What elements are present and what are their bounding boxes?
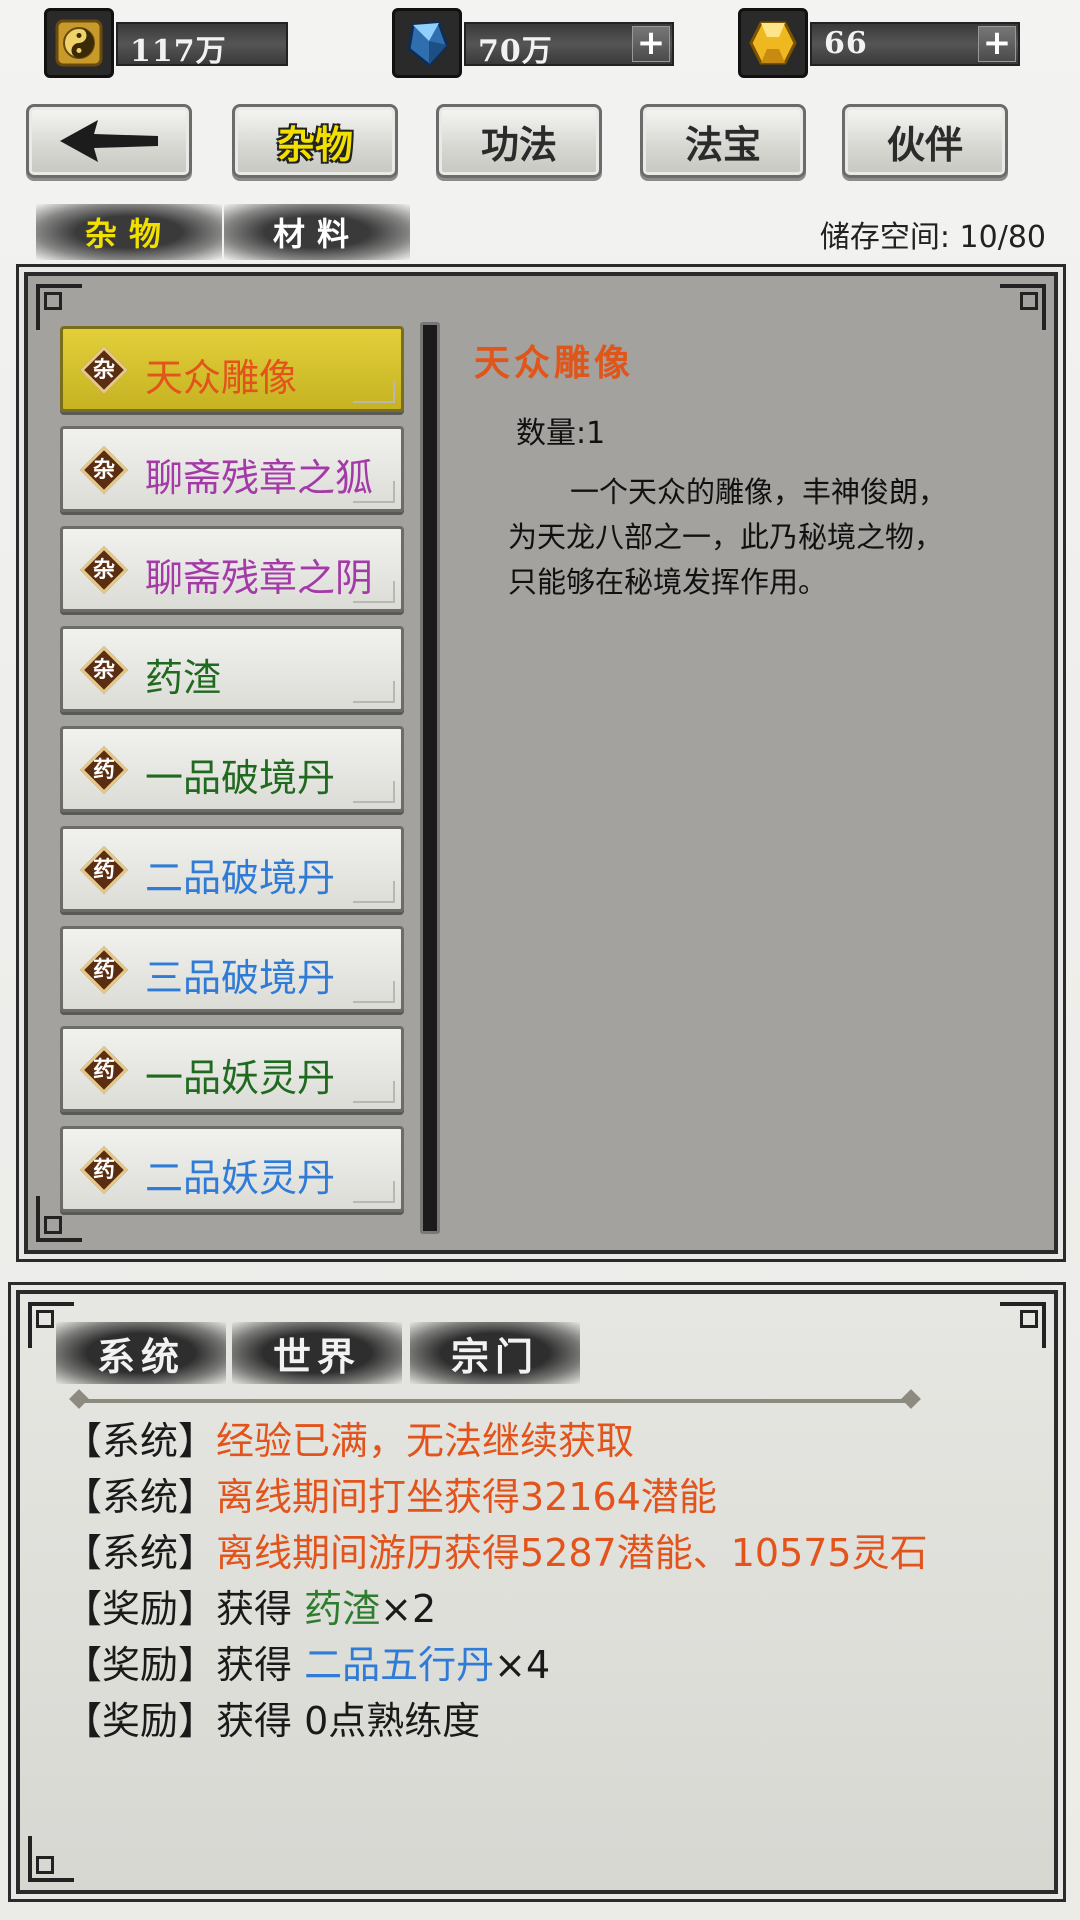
add-crystals-button[interactable]: + <box>632 26 670 62</box>
misc-badge-icon: 杂 <box>79 645 129 695</box>
item-deco <box>353 1181 395 1203</box>
item-name: 药渣 <box>145 656 222 700</box>
item-name: 一品妖灵丹 <box>145 1056 336 1100</box>
chat-tab-sect[interactable]: 宗门 <box>410 1322 580 1384</box>
chat-message: 【系统】离线期间游历获得5287潜能、10575灵石 <box>64 1522 928 1577</box>
message-text: 离线期间打坐获得32164潜能 <box>216 1475 717 1519</box>
misc-badge-icon: 杂 <box>79 445 129 495</box>
subtab-misc[interactable]: 杂物 <box>36 204 222 260</box>
currency-value: 66 <box>824 26 868 61</box>
item-name: 三品破境丹 <box>145 956 336 1000</box>
add-gold-button[interactable]: + <box>978 26 1016 62</box>
chat-message: 【奖励】获得 二品五行丹×4 <box>64 1634 550 1689</box>
chat-tab-world[interactable]: 世界 <box>232 1322 402 1384</box>
message-text: 获得 0点熟练度 <box>216 1699 481 1743</box>
item-deco <box>353 781 395 803</box>
medicine-badge-icon: 药 <box>79 1045 129 1095</box>
chat-message: 【奖励】获得 0点熟练度 <box>64 1690 480 1745</box>
subtab-materials[interactable]: 材料 <box>224 204 410 260</box>
back-button[interactable] <box>26 104 192 178</box>
chat-message: 【系统】离线期间打坐获得32164潜能 <box>64 1466 717 1521</box>
list-item[interactable]: 杂 药渣 <box>60 626 404 712</box>
message-tag: 【奖励】 <box>64 1643 217 1687</box>
item-name: 聊斋残章之狐 <box>145 456 374 500</box>
item-deco <box>353 581 395 603</box>
list-item[interactable]: 杂 聊斋残章之阴 <box>60 526 404 612</box>
message-tag: 【系统】 <box>64 1419 217 1463</box>
medicine-badge-icon: 药 <box>79 745 129 795</box>
item-link: 二品五行丹 <box>304 1643 495 1687</box>
list-item[interactable]: 药 一品破境丹 <box>60 726 404 812</box>
item-name: 天众雕像 <box>145 356 298 400</box>
storage-capacity: 储存空间: 10/80 <box>819 220 1046 255</box>
tab-companions[interactable]: 伙伴 <box>842 104 1008 178</box>
message-text: 离线期间游历获得5287潜能、10575灵石 <box>216 1531 928 1575</box>
item-deco <box>353 681 395 703</box>
list-item[interactable]: 杂 聊斋残章之狐 <box>60 426 404 512</box>
currency-value: 117万 <box>130 34 227 69</box>
corner-ornament <box>1000 284 1046 330</box>
item-detail-description: 一个天众的雕像，丰神俊朗，为天龙八部之一，此乃秘境之物，只能够在秘境发挥作用。 <box>508 475 948 599</box>
item-deco <box>353 381 395 403</box>
chat-tab-system[interactable]: 系统 <box>56 1322 226 1384</box>
misc-badge-icon: 杂 <box>79 545 129 595</box>
item-deco <box>353 1081 395 1103</box>
message-text: 获得 <box>216 1587 305 1631</box>
corner-ornament <box>28 1836 74 1882</box>
tab-treasures[interactable]: 法宝 <box>640 104 806 178</box>
chat-message: 【系统】经验已满，无法继续获取 <box>64 1410 634 1465</box>
item-name: 二品妖灵丹 <box>145 1156 336 1200</box>
currency-bar: 117万 <box>116 22 288 69</box>
tab-skills[interactable]: 功法 <box>436 104 602 178</box>
misc-badge-icon: 杂 <box>79 345 129 395</box>
yin-yang-coin-icon <box>44 8 114 78</box>
message-text: ×2 <box>380 1587 437 1631</box>
medicine-badge-icon: 药 <box>79 1145 129 1195</box>
message-text: ×4 <box>494 1643 551 1687</box>
item-name: 二品破境丹 <box>145 856 336 900</box>
message-tag: 【奖励】 <box>64 1587 217 1631</box>
item-deco <box>353 981 395 1003</box>
blue-crystal-icon <box>392 8 462 78</box>
chat-message: 【奖励】获得 药渣×2 <box>64 1578 436 1633</box>
currency-bar: 66 + <box>810 22 1020 66</box>
item-list-scrollbar[interactable] <box>420 322 440 1234</box>
currency-crystals: 70万 + <box>392 8 674 78</box>
gold-gem-icon <box>738 8 808 78</box>
currency-gold: 66 + <box>738 8 1020 78</box>
list-item[interactable]: 药 三品破境丹 <box>60 926 404 1012</box>
chat-divider <box>78 1399 912 1403</box>
item-name: 聊斋残章之阴 <box>145 556 374 600</box>
message-tag: 【奖励】 <box>64 1699 217 1743</box>
corner-ornament <box>1000 1302 1046 1348</box>
list-item[interactable]: 药 一品妖灵丹 <box>60 1026 404 1112</box>
item-deco <box>353 881 395 903</box>
medicine-badge-icon: 药 <box>79 845 129 895</box>
currency-value: 70万 <box>478 34 553 69</box>
item-deco <box>353 481 395 503</box>
message-text: 经验已满，无法继续获取 <box>216 1419 635 1463</box>
back-arrow-icon <box>60 120 158 162</box>
list-item[interactable]: 杂 天众雕像 <box>60 326 404 412</box>
list-item[interactable]: 药 二品破境丹 <box>60 826 404 912</box>
corner-ornament <box>36 284 82 330</box>
message-tag: 【系统】 <box>64 1475 217 1519</box>
currency-coins: 117万 <box>44 8 288 78</box>
medicine-badge-icon: 药 <box>79 945 129 995</box>
item-detail-quantity: 数量:1 <box>516 416 606 451</box>
item-detail-title: 天众雕像 <box>474 342 635 384</box>
message-text: 获得 <box>216 1643 305 1687</box>
list-item[interactable]: 药 二品妖灵丹 <box>60 1126 404 1212</box>
item-name: 一品破境丹 <box>145 756 336 800</box>
currency-bar: 70万 + <box>464 22 674 69</box>
message-tag: 【系统】 <box>64 1531 217 1575</box>
item-link: 药渣 <box>304 1587 381 1631</box>
tab-misc[interactable]: 杂物 <box>232 104 398 178</box>
